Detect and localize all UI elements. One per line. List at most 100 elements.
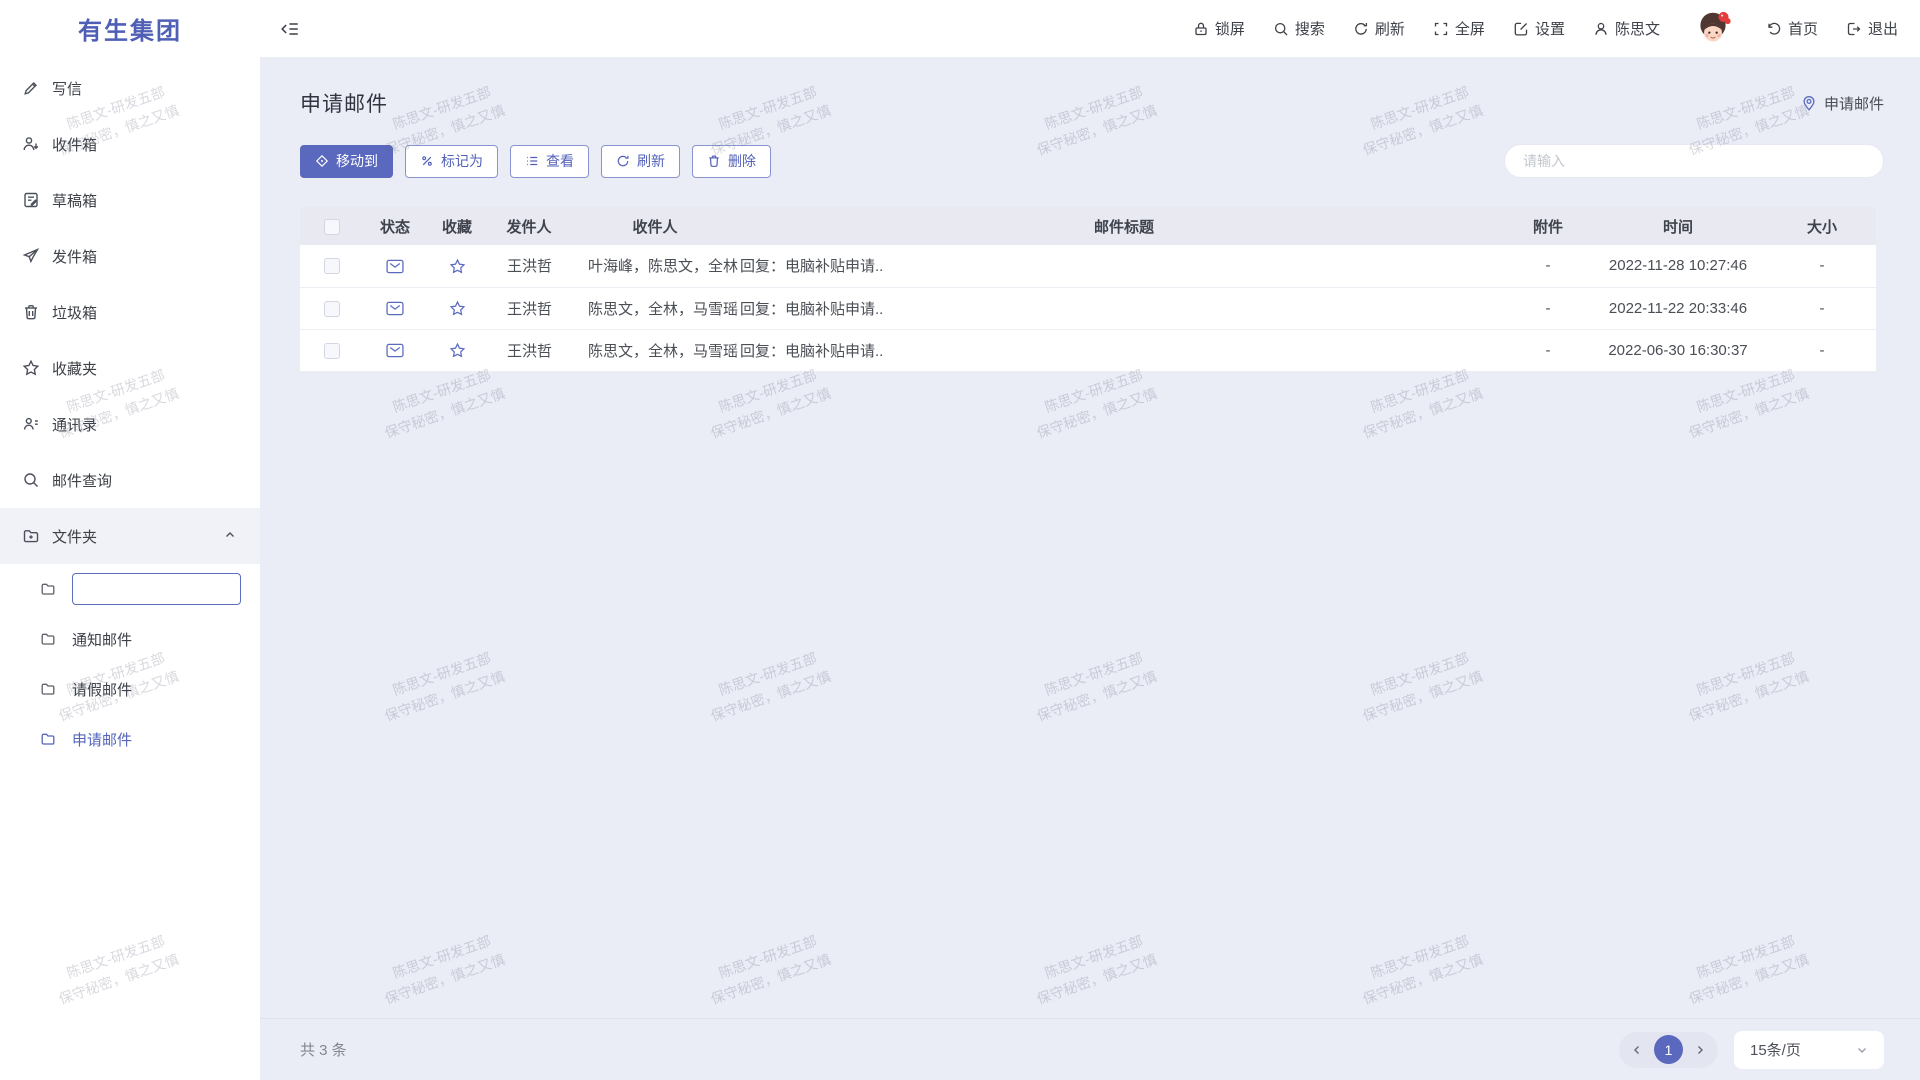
sidebar-item-contacts[interactable]: 通讯录 [0,396,260,452]
page-size-value: 15条/页 [1750,1039,1801,1060]
fullscreen-button[interactable]: 全屏 [1433,18,1485,39]
folder-icon [40,681,56,697]
mail-status-icon [386,301,404,316]
sidebar-item-folders[interactable]: 文件夹 [0,508,260,564]
table-row[interactable]: 王洪哲 叶海峰，陈思文，全林 回复：电脑补贴申请.. - 2022-11-28 … [300,245,1876,287]
row-checkbox[interactable] [324,343,340,359]
sidebar: 写信 收件箱 草稿箱 发件箱 [0,57,260,1080]
sidebar-label-compose: 写信 [52,78,82,99]
cell-time: 2022-06-30 16:30:37 [1588,329,1768,371]
sidebar-item-inbox[interactable]: 收件箱 [0,116,260,172]
breadcrumb: 申请邮件 [1801,93,1884,114]
folder-label: 申请邮件 [72,729,132,750]
table-row[interactable]: 王洪哲 陈思文，全林，马雪瑶 回复：电脑补贴申请.. - 2022-11-22 … [300,287,1876,329]
cell-time: 2022-11-28 10:27:46 [1588,245,1768,287]
settings-button[interactable]: 设置 [1513,18,1565,39]
row-checkbox[interactable] [324,301,340,317]
main-content: 申请邮件 申请邮件 移动到 [260,57,1920,1080]
pagination: 1 [1619,1032,1718,1068]
header-status: 状态 [364,207,426,245]
row-checkbox[interactable] [324,258,340,274]
next-page-button[interactable] [1686,1036,1714,1064]
home-button[interactable]: 首页 [1766,18,1818,39]
current-user-button[interactable]: 陈思文 [1593,18,1660,39]
folder-list: 通知邮件 请假邮件 申请邮件 [0,564,260,764]
home-back-icon [1766,21,1782,37]
table-row[interactable]: 王洪哲 陈思文，全林，马雪瑶 回复：电脑补贴申请.. - 2022-06-30 … [300,329,1876,371]
cell-recipients: 叶海峰，陈思文，全林 [570,245,740,287]
chevron-down-icon [1856,1044,1868,1056]
star-icon [22,359,40,377]
folder-item-apply[interactable]: 申请邮件 [0,714,260,764]
view-button[interactable]: 查看 [510,145,589,178]
chevron-left-icon [1631,1044,1643,1056]
mail-table: 状态 收藏 发件人 收件人 邮件标题 附件 时间 大小 王洪哲 叶海峰，陈思文，… [300,207,1876,372]
favorite-star-icon[interactable] [449,258,466,275]
cell-subject[interactable]: 回复：电脑补贴申请.. [740,245,1508,287]
select-all-checkbox[interactable] [324,219,340,235]
logout-icon [1846,21,1862,37]
page-title: 申请邮件 [300,88,388,118]
favorite-star-icon[interactable] [449,300,466,317]
table-header-row: 状态 收藏 发件人 收件人 邮件标题 附件 时间 大小 [300,207,1876,245]
page-number[interactable]: 1 [1654,1035,1683,1064]
folder-item-notify[interactable]: 通知邮件 [0,614,260,664]
sidebar-item-trash[interactable]: 垃圾箱 [0,284,260,340]
table-search-input[interactable] [1504,144,1884,178]
sidebar-item-compose[interactable]: 写信 [0,60,260,116]
folder-item-leave[interactable]: 请假邮件 [0,664,260,714]
global-search-button[interactable]: 搜索 [1273,18,1325,39]
favorite-star-icon[interactable] [449,342,466,359]
location-pin-icon [1801,95,1817,111]
cell-subject[interactable]: 回复：电脑补贴申请.. [740,329,1508,371]
cell-attachment: - [1508,245,1588,287]
pen-icon [22,79,40,97]
company-logo: 有生集团 [0,0,260,57]
cell-size: - [1768,329,1876,371]
header-attachment: 附件 [1508,207,1588,245]
trash-icon [707,154,721,168]
new-folder-input[interactable] [72,573,241,605]
new-folder-row [0,564,260,614]
logout-label: 退出 [1868,18,1898,39]
delete-button[interactable]: 删除 [692,145,771,178]
sidebar-item-sent[interactable]: 发件箱 [0,228,260,284]
refresh-button[interactable]: 刷新 [601,145,680,178]
user-icon [1593,21,1609,37]
header-recipients: 收件人 [570,207,740,245]
cell-recipients: 陈思文，全林，马雪瑶 [570,329,740,371]
logout-button[interactable]: 退出 [1846,18,1898,39]
refresh-label: 刷新 [637,151,665,171]
sidebar-item-mail-search[interactable]: 邮件查询 [0,452,260,508]
sidebar-collapse-button[interactable] [280,19,300,39]
move-to-button[interactable]: 移动到 [300,145,393,178]
user-avatar[interactable] [1692,8,1734,50]
folder-label: 请假邮件 [72,679,132,700]
header-subject: 邮件标题 [740,207,1508,245]
lock-screen-button[interactable]: 锁屏 [1193,18,1245,39]
lock-icon [1193,21,1209,37]
header-favorite: 收藏 [426,207,488,245]
sidebar-item-drafts[interactable]: 草稿箱 [0,172,260,228]
top-bar: 有生集团 锁屏 搜索 刷新 [0,0,1920,57]
sidebar-item-favorites[interactable]: 收藏夹 [0,340,260,396]
sidebar-label-mail-search: 邮件查询 [52,470,112,491]
cell-subject[interactable]: 回复：电脑补贴申请.. [740,287,1508,329]
toolbar: 移动到 标记为 查看 [300,145,771,178]
sidebar-label-contacts: 通讯录 [52,414,97,435]
contacts-icon [22,415,40,433]
prev-page-button[interactable] [1623,1036,1651,1064]
cell-sender: 王洪哲 [488,329,570,371]
cell-attachment: - [1508,287,1588,329]
lock-screen-label: 锁屏 [1215,18,1245,39]
page-refresh-button[interactable]: 刷新 [1353,18,1405,39]
fullscreen-icon [1433,21,1449,37]
chevron-right-icon [1694,1044,1706,1056]
page-refresh-label: 刷新 [1375,18,1405,39]
sidebar-menu: 写信 收件箱 草稿箱 发件箱 [0,60,260,764]
mark-as-label: 标记为 [441,151,483,171]
settings-label: 设置 [1535,18,1565,39]
page-size-select[interactable]: 15条/页 [1734,1031,1884,1069]
folder-label: 通知邮件 [72,629,132,650]
mark-as-button[interactable]: 标记为 [405,145,498,178]
